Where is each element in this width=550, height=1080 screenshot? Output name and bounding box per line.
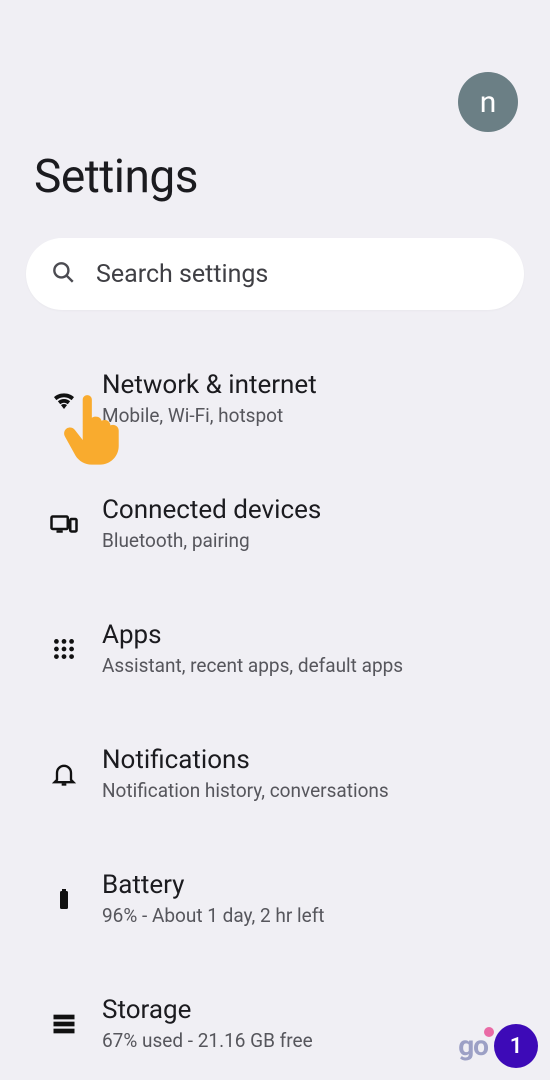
- wifi-icon: [40, 384, 88, 414]
- battery-icon: [40, 884, 88, 914]
- search-icon: [50, 259, 76, 289]
- row-title: Connected devices: [102, 495, 321, 525]
- row-title: Notifications: [102, 745, 389, 775]
- row-subtitle: Assistant, recent apps, default apps: [102, 654, 403, 677]
- apps-icon: [40, 636, 88, 662]
- row-subtitle: 96% - About 1 day, 2 hr left: [102, 904, 325, 927]
- row-subtitle: Bluetooth, pairing: [102, 529, 321, 552]
- row-title: Storage: [102, 995, 313, 1025]
- search-placeholder: Search settings: [96, 260, 268, 289]
- row-title: Apps: [102, 620, 403, 650]
- row-title: Battery: [102, 870, 325, 900]
- storage-icon: [40, 1010, 88, 1038]
- devices-icon: [40, 509, 88, 539]
- avatar-initial: n: [480, 85, 497, 120]
- settings-list: Network & internet Mobile, Wi-Fi, hotspo…: [0, 344, 550, 1080]
- row-title: Network & internet: [102, 370, 317, 400]
- row-subtitle: 67% used - 21.16 GB free: [102, 1029, 313, 1052]
- row-subtitle: Notification history, conversations: [102, 779, 389, 802]
- row-connected-devices[interactable]: Connected devices Bluetooth, pairing: [0, 453, 550, 578]
- bell-icon: [40, 760, 88, 788]
- row-subtitle: Mobile, Wi-Fi, hotspot: [102, 404, 317, 427]
- profile-avatar[interactable]: n: [458, 72, 518, 132]
- step-badge: 1: [494, 1024, 538, 1068]
- row-notifications[interactable]: Notifications Notification history, conv…: [0, 703, 550, 828]
- row-apps[interactable]: Apps Assistant, recent apps, default app…: [0, 578, 550, 703]
- page-title: Settings: [0, 132, 550, 238]
- search-bar[interactable]: Search settings: [26, 238, 524, 310]
- row-battery[interactable]: Battery 96% - About 1 day, 2 hr left: [0, 828, 550, 953]
- row-network-internet[interactable]: Network & internet Mobile, Wi-Fi, hotspo…: [0, 344, 550, 453]
- go-watermark: go: [458, 1029, 488, 1062]
